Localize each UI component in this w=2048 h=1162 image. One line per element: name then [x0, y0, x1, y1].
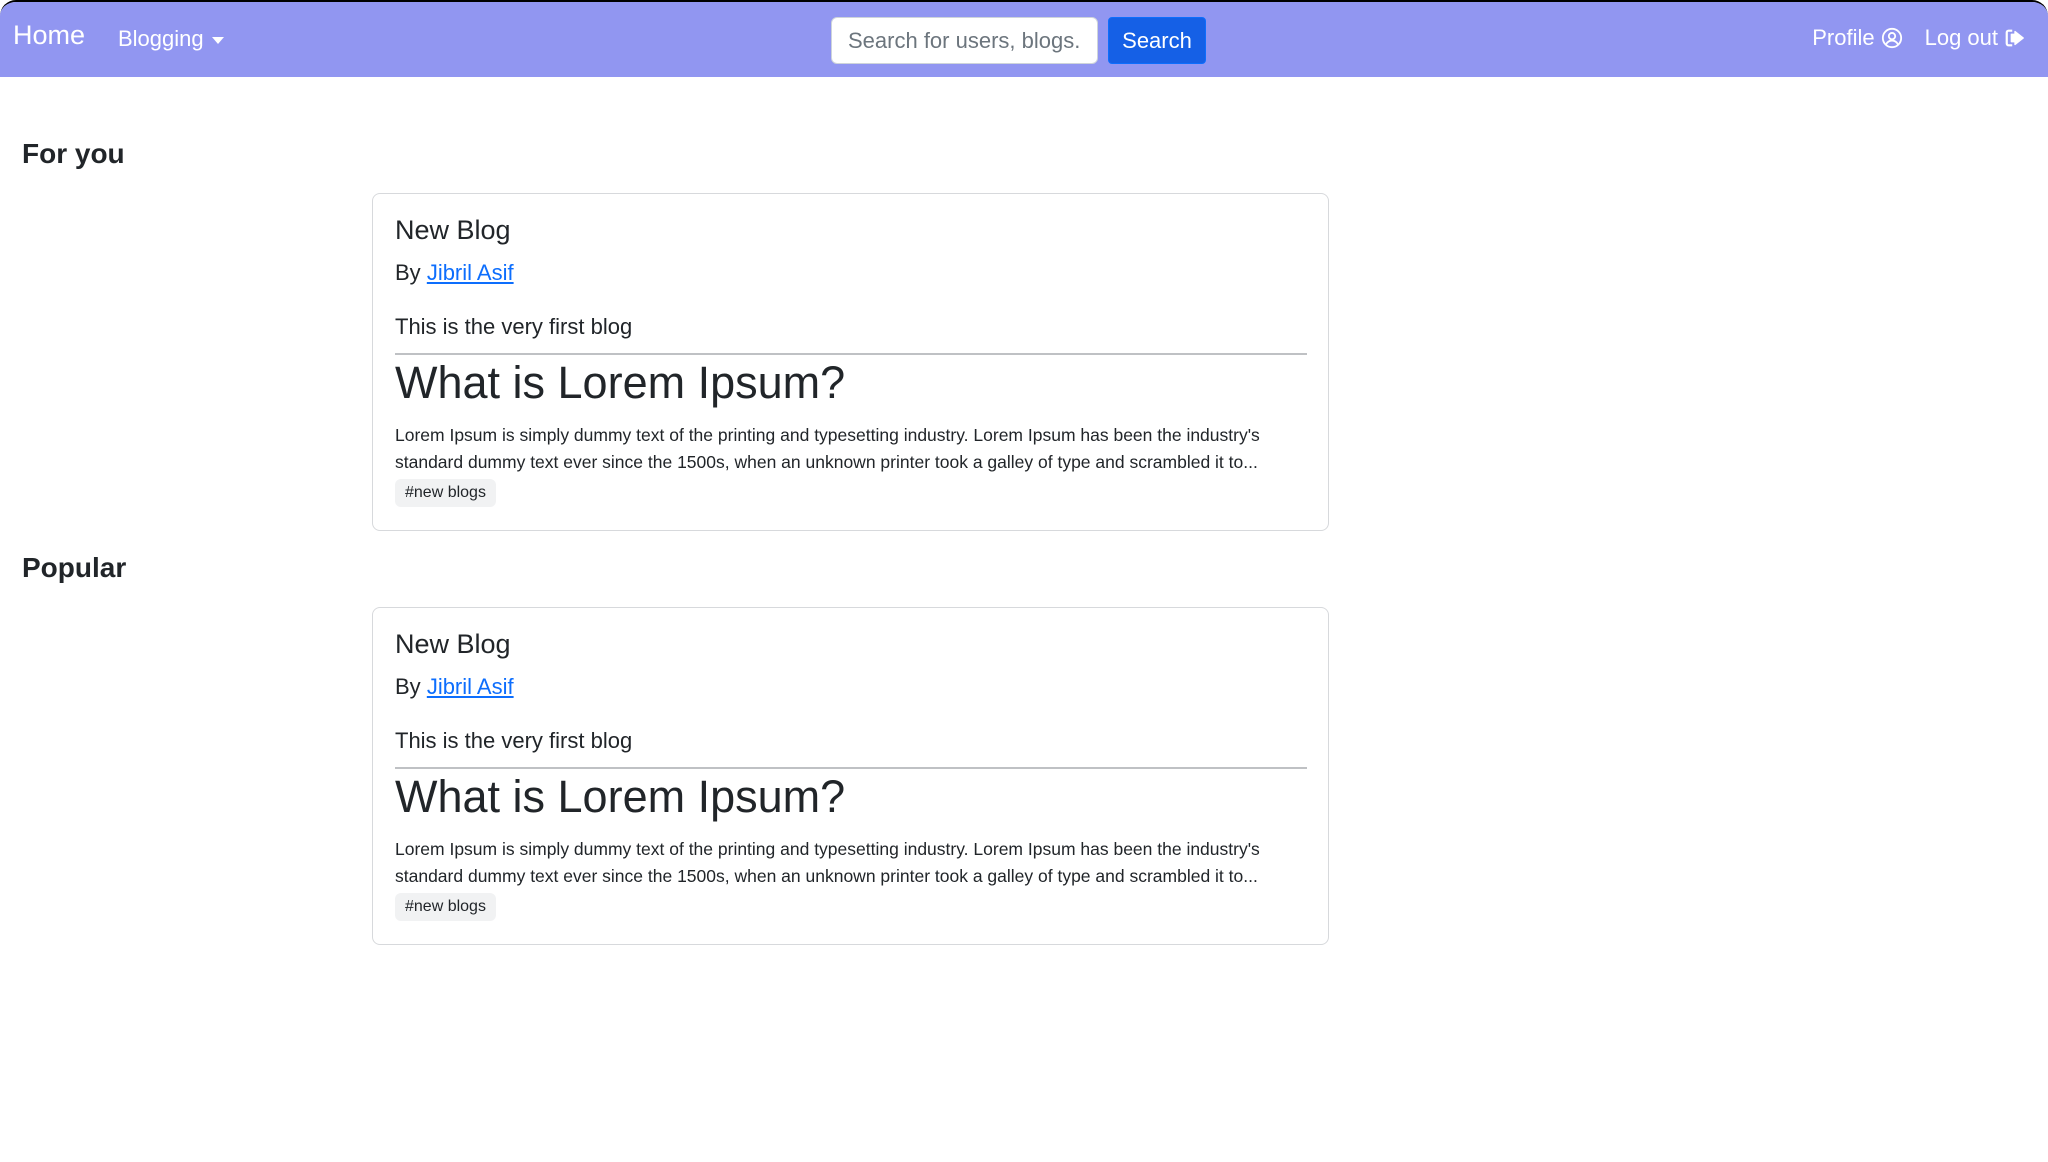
blog-excerpt: Lorem Ipsum is simply dummy text of the … — [395, 425, 1260, 472]
blogging-dropdown-label: Blogging — [118, 26, 204, 51]
nav-right-group: Profile Log out — [1812, 25, 2026, 51]
by-prefix: By — [395, 674, 421, 699]
blog-author-line: By Jibril Asif — [395, 674, 514, 700]
blog-excerpt: Lorem Ipsum is simply dummy text of the … — [395, 839, 1260, 886]
top-navbar: Home Blogging Search Profile Log out — [0, 2, 2048, 77]
section-title-popular: Popular — [22, 552, 127, 583]
logout-label: Log out — [1924, 25, 1998, 50]
profile-label: Profile — [1812, 25, 1875, 50]
blog-author-line: By Jibril Asif — [395, 260, 514, 286]
section-title-for-you: For you — [22, 138, 125, 169]
blog-heading: What is Lorem Ipsum? — [395, 771, 846, 822]
sign-out-icon — [2005, 29, 2024, 47]
blog-card[interactable]: New Blog By Jibril Asif This is the very… — [372, 607, 1329, 945]
logout-link[interactable]: Log out — [1925, 25, 2026, 51]
blog-card[interactable]: New Blog By Jibril Asif This is the very… — [372, 193, 1329, 531]
search-input[interactable] — [831, 17, 1098, 64]
divider — [395, 353, 1307, 355]
by-prefix: By — [395, 260, 421, 285]
app-page: Home Blogging Search Profile Log out — [0, 0, 2048, 1162]
author-link[interactable]: Jibril Asif — [427, 674, 514, 699]
search-button[interactable]: Search — [1108, 17, 1206, 64]
blogging-dropdown[interactable]: Blogging — [118, 26, 224, 52]
blog-subtitle: This is the very first blog — [395, 314, 633, 339]
tag-badge[interactable]: #new blogs — [395, 479, 496, 507]
tag-badge[interactable]: #new blogs — [395, 893, 496, 921]
blog-heading: What is Lorem Ipsum? — [395, 357, 846, 408]
home-link[interactable]: Home — [13, 20, 85, 51]
blog-title: New Blog — [395, 629, 511, 659]
profile-link[interactable]: Profile — [1812, 25, 1902, 51]
caret-down-icon — [211, 36, 224, 44]
blog-subtitle: This is the very first blog — [395, 728, 633, 753]
author-link[interactable]: Jibril Asif — [427, 260, 514, 285]
divider — [395, 767, 1307, 769]
user-circle-icon — [1881, 27, 1902, 49]
blog-title: New Blog — [395, 215, 511, 245]
